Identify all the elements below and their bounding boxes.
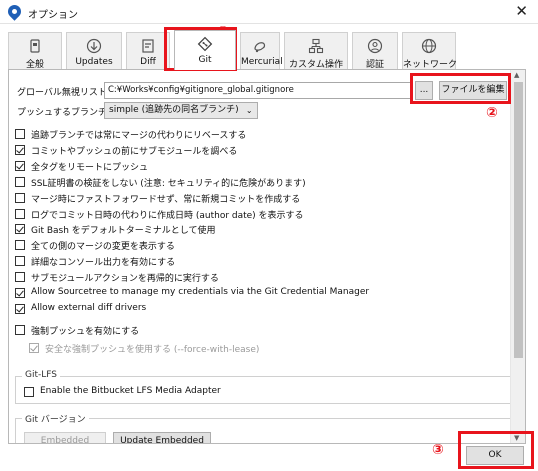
option-label: Git Bash をデフォルトターミナルとして使用 — [31, 226, 216, 237]
tab-label: Mercurial — [241, 57, 283, 67]
force-push-checkbox[interactable] — [15, 325, 25, 335]
tab-label: Diff — [140, 57, 156, 67]
option-label: Allow Sourcetree to manage my credential… — [31, 287, 370, 297]
vertical-scrollbar[interactable]: ▲ ▼ — [510, 70, 525, 443]
option-checkbox[interactable] — [15, 176, 25, 187]
tab-mercurial[interactable]: Mercurial — [240, 32, 283, 69]
option-label: 全タグをリモートにプッシュ — [31, 162, 149, 173]
option-label: Allow external diff drivers — [31, 302, 147, 313]
ok-button-highlight — [458, 431, 534, 469]
lfs-adapter-checkbox[interactable] — [24, 387, 34, 397]
option-checkbox[interactable] — [15, 288, 25, 298]
globe-icon — [421, 38, 437, 54]
option-checkbox[interactable] — [15, 272, 25, 283]
update-embedded-button[interactable]: Update Embedded — [113, 432, 211, 443]
tab-custom-actions[interactable]: カスタム操作 — [284, 32, 348, 70]
option-label: ログでコミット日時の代わりに作成日時 (author date) を表示する — [31, 210, 304, 221]
global-ignore-input[interactable]: C:¥Works¥config¥gitignore_global.gitigno… — [104, 82, 412, 99]
annotation-marker-3: ③ — [432, 442, 444, 458]
git-settings-panel: グローバル無視リスト: C:¥Works¥config¥gitignore_gl… — [8, 69, 526, 444]
git-version-title: Git バージョン — [22, 412, 89, 425]
option-checkbox[interactable] — [15, 160, 25, 171]
tab-general[interactable]: 全般 — [8, 32, 62, 70]
mercurial-icon — [254, 42, 266, 53]
scroll-up-icon[interactable]: ▲ — [514, 71, 519, 79]
safe-force-push-checkbox — [29, 343, 39, 353]
option-label: SSL証明書の検証をしない (注意: セキュリティ的に危険があります) — [31, 178, 306, 189]
push-branch-label: プッシュするブランチ: — [17, 108, 111, 118]
option-checkbox[interactable] — [15, 303, 25, 314]
git-lfs-title: Git-LFS — [22, 370, 60, 380]
scroll-thumb[interactable] — [514, 82, 523, 358]
lfs-adapter-label: Enable the Bitbucket LFS Media Adapter — [40, 386, 221, 396]
option-label: 詳細なコンソール出力を有効にする — [31, 258, 176, 269]
close-icon[interactable]: ✕ — [515, 3, 528, 19]
custom-actions-icon — [308, 38, 324, 54]
option-checkbox[interactable] — [15, 129, 25, 139]
tab-label: Updates — [75, 57, 113, 67]
settings-sliders-icon — [30, 39, 40, 53]
user-icon — [367, 38, 383, 54]
option-checkbox[interactable] — [15, 240, 25, 251]
tab-label: Git — [198, 55, 212, 65]
option-label: コミットやプッシュの前にサブモジュールを調べる — [31, 146, 238, 157]
annotation-marker-2: ② — [486, 105, 498, 121]
embedded-button: Embedded — [24, 432, 106, 443]
git-diamond-icon — [197, 36, 213, 52]
option-checkbox[interactable] — [15, 256, 25, 267]
edit-file-highlight — [410, 73, 511, 104]
diff-icon — [142, 39, 154, 53]
title-bar: オプション ✕ — [0, 0, 538, 24]
option-label: 全ての側のマージの変更を表示する — [31, 242, 175, 253]
tab-network[interactable]: ネットワーク — [402, 32, 457, 70]
tab-updates[interactable]: Updates — [66, 32, 122, 69]
push-branch-select[interactable]: simple (追跡先の同名ブランチ) ⌄ — [104, 102, 258, 119]
option-checkbox[interactable] — [15, 224, 25, 235]
safe-force-push-label: 安全な強制プッシュを使用する (--force-with-lease) — [45, 345, 260, 355]
option-label: 追跡ブランチでは常にマージの代わりにリベースする — [31, 131, 247, 141]
git-version-group: Git バージョン Embedded Update Embedded — [15, 412, 512, 443]
git-lfs-group: Git-LFS Enable the Bitbucket LFS Media A… — [15, 370, 512, 404]
force-push-label: 強制プッシュを有効にする — [31, 327, 140, 337]
option-checkbox[interactable] — [15, 144, 25, 155]
chevron-down-icon: ⌄ — [245, 106, 253, 115]
tab-git[interactable]: Git — [174, 30, 236, 70]
option-checkbox[interactable] — [15, 208, 25, 219]
sourcetree-logo-icon — [5, 2, 24, 21]
option-label: マージ時にファストフォワードせず、常に新規コミットを作成する — [31, 194, 301, 205]
global-ignore-label: グローバル無視リスト: — [17, 88, 110, 98]
option-label: サブモジュールアクションを再帰的に実行する — [31, 274, 219, 285]
tab-authentication[interactable]: 認証 — [352, 32, 398, 70]
window-title: オプション — [28, 10, 78, 21]
option-checkbox[interactable] — [15, 192, 25, 203]
download-icon — [86, 38, 102, 54]
push-branch-value: simple (追跡先の同名ブランチ) — [109, 105, 239, 115]
